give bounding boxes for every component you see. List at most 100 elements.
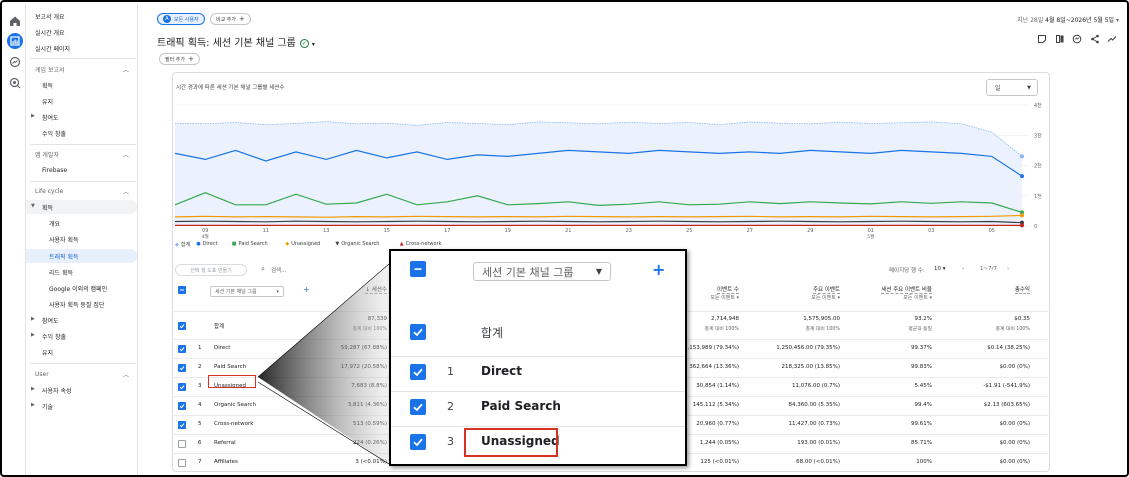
x-tick-label: 19 [505, 228, 511, 234]
column-header-sub: 모든 이벤트 ▾ [710, 295, 739, 301]
highlight-box [464, 428, 558, 457]
row-divider [391, 391, 685, 392]
table-search-input[interactable]: 검색... [271, 266, 286, 274]
row-value: 99.37% [911, 345, 932, 351]
nav-label: 유지 [42, 349, 54, 357]
row-checkbox[interactable] [178, 364, 186, 372]
row-index: 3 [198, 383, 202, 389]
row-checkbox[interactable] [178, 383, 186, 391]
plot-rows-label: 선택 행 도표 만들기 [190, 267, 232, 274]
rows-per-page-select[interactable]: 10 ▾ [934, 266, 946, 272]
nav-tech[interactable]: ▶ 기술 [26, 399, 137, 413]
row-divider [391, 426, 685, 427]
dimension-dropdown[interactable]: 세션 기본 채널 그룹 ▾ [210, 286, 284, 297]
section-label: User [35, 370, 49, 378]
nav-label: Google 이외의 캠페인 [49, 285, 108, 293]
nav-lc-engagement[interactable]: ▶ 참여도 [26, 313, 137, 327]
row-checkbox[interactable] [178, 440, 186, 448]
column-header[interactable]: 세션 주요 이벤트 비율 모든 이벤트 ▾ [881, 285, 932, 301]
row-value: $2.13 (603.65%) [983, 402, 1030, 408]
sessions-line-chart: 4천 3천 2천 1천 0 094월 11 13 15 17 19 21 23 25 27 29 015월 03… [174, 102, 1042, 240]
total-area-fill [175, 121, 1022, 226]
x-tick-label: 11 [263, 228, 269, 234]
zoom-dimension-dropdown[interactable]: 세션 기본 채널 그룹 ▼ [473, 262, 611, 281]
row-channel-name[interactable]: Affiliates [214, 459, 238, 465]
nav-acq-cohort[interactable]: 사용자 획득 동질 집단 [26, 297, 137, 311]
legend-item[interactable]: ▼ Organic Search [335, 241, 379, 247]
triangle-right-icon: ▶ [31, 332, 35, 338]
column-header[interactable]: 총수익 [1014, 285, 1030, 294]
zoom-row-checkbox[interactable] [410, 364, 426, 380]
nav-lead-acquisition[interactable]: 리드 획득 [26, 265, 137, 279]
column-header[interactable]: ↓ 세션수 [365, 285, 387, 294]
row-value: $0.00 (0%) [999, 421, 1030, 427]
row-value: 513 (0.59%) [352, 421, 387, 427]
row-checkbox[interactable] [178, 345, 186, 353]
plot-rows-button[interactable]: 선택 행 도표 만들기 [175, 264, 247, 276]
triangle-right-icon: ▶ [31, 386, 35, 392]
row-checkbox[interactable] [178, 459, 186, 467]
column-header[interactable]: 이벤트 수 모든 이벤트 ▾ [710, 285, 739, 301]
total-label: 합계 [214, 324, 225, 330]
legend-item[interactable]: ▲ Cross-network [400, 241, 442, 247]
row-value: 3 (<0.01%) [355, 459, 387, 465]
total-checkbox[interactable] [410, 324, 426, 340]
row-value: 99.61% [911, 421, 932, 427]
row-channel-name[interactable]: Direct [214, 345, 230, 351]
row-divider [391, 356, 685, 357]
column-header-label: ↓ 세션수 [365, 287, 387, 294]
row-channel-name[interactable]: Referral [214, 440, 236, 446]
row-channel-name[interactable]: Cross-network [214, 421, 253, 427]
row-value: -$1.91 (-541.9%) [983, 383, 1030, 389]
zoom-row-checkbox[interactable] [410, 434, 426, 450]
legend-label: Cross-network [405, 241, 442, 247]
zoom-row-index: 2 [447, 400, 454, 413]
legend-label: 합계 [180, 242, 191, 248]
divider [30, 363, 136, 364]
row-value: 145,112 (5.34%) [692, 402, 739, 408]
legend-item[interactable]: ■ Paid Search [232, 241, 268, 247]
nav-non-google-campaigns[interactable]: Google 이외의 캠페인 [26, 281, 137, 295]
x-tick-label: 03 [928, 228, 934, 234]
row-checkbox[interactable] [178, 421, 186, 429]
y-tick-label: 4천 [1034, 102, 1042, 109]
app-window: 보고서 개요 실시간 개요 실시간 페이지 게임 보고서 ︿ 획득 유지 ▶ 참여도… [0, 0, 1129, 477]
row-value: 11,427.00 (0.73%) [788, 421, 840, 427]
total-area [175, 121, 1022, 226]
legend-item[interactable]: ● Direct [196, 241, 217, 247]
total-value: 1,575,905.00 [803, 316, 840, 322]
add-dimension-plus-icon[interactable]: + [303, 285, 310, 294]
row-checkbox[interactable] [178, 402, 186, 410]
zoom-row-checkbox[interactable] [410, 399, 426, 415]
nav-section-user[interactable]: User ︿ [26, 367, 137, 381]
total-sub: 총계 대비 100% [704, 327, 739, 332]
x-tick-label: 21 [565, 228, 571, 234]
series-end-point [1020, 174, 1024, 179]
select-all-checkbox[interactable] [178, 286, 186, 294]
nav-label: 참여도 [42, 317, 59, 325]
row-value: 125 (<0.01%) [700, 459, 739, 465]
nav-user-attributes[interactable]: ▶ 사용자 속성 [26, 383, 137, 397]
triangle-down-icon: ▼ [595, 267, 602, 276]
legend-marker-icon: ▼ [335, 241, 340, 247]
legend-item[interactable]: ◆ Unassigned [285, 241, 320, 247]
nav-lc-monetization[interactable]: ▶ 수익 창출 [26, 329, 137, 343]
row-checkbox[interactable] [178, 322, 186, 330]
total-value: 87,339 [367, 316, 387, 322]
x-tick-label: 27 [747, 228, 753, 234]
row-channel-name[interactable]: Paid Search [214, 364, 246, 370]
x-tick-label: 09 [202, 228, 208, 234]
nav-lc-retention[interactable]: 유지 [26, 345, 137, 359]
rows-per-page-label: 페이지당 행 수: [889, 268, 925, 274]
column-header[interactable]: 주요 이벤트 모든 이벤트 ▾ [811, 285, 840, 301]
column-header-label: 세션 주요 이벤트 비율 [881, 287, 932, 294]
zoom-row-index: 3 [447, 435, 454, 448]
row-value: 2,153,989 (79.34%) [683, 345, 739, 351]
legend-item[interactable]: ◆ 합계 [175, 241, 191, 249]
prev-page-icon[interactable]: ‹ [962, 266, 964, 272]
row-value: $0.14 (38.25%) [987, 345, 1030, 351]
add-dimension-plus-icon[interactable]: + [652, 260, 665, 279]
select-all-checkbox[interactable] [410, 261, 426, 277]
row-channel-name[interactable]: Organic Search [214, 402, 256, 408]
next-page-icon[interactable]: › [1007, 266, 1009, 272]
